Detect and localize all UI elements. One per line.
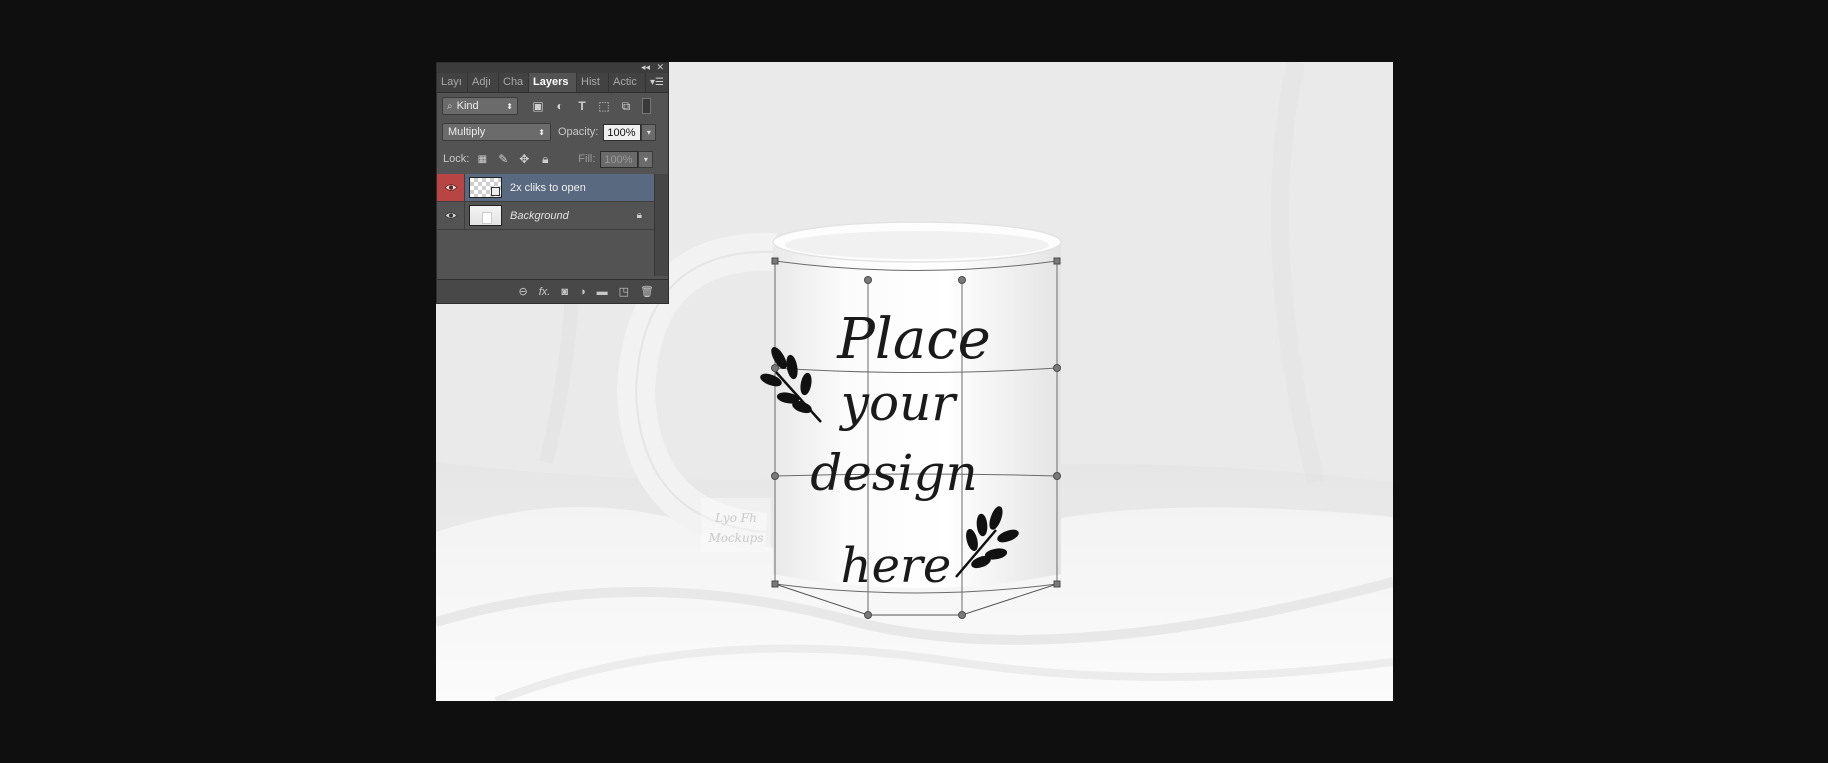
layer-row-smart-object[interactable]: 2x cliks to open	[437, 174, 654, 202]
layer-row-background[interactable]: Background 🔒︎	[437, 202, 654, 230]
add-mask-icon[interactable]: ◙	[561, 286, 568, 298]
design-line-your: your	[839, 374, 959, 432]
lock-transparent-icon[interactable]: ▦	[475, 154, 489, 165]
layer-name[interactable]: Background	[510, 210, 569, 222]
collapse-icon[interactable]: ◂◂	[641, 61, 650, 73]
fill-slider-button[interactable]: ▾	[638, 150, 654, 168]
lock-all-icon[interactable]: 🔒︎	[538, 152, 552, 167]
lock-position-move-icon[interactable]: ✥	[517, 152, 531, 166]
layers-panel: ◂◂ ✕ Layı Adjı Cha Layers Hist Actic ▾☰ …	[436, 62, 669, 304]
smart-object-badge-icon	[491, 187, 500, 196]
visibility-eye-icon[interactable]	[437, 202, 465, 229]
blend-mode-value: Multiply	[448, 126, 486, 138]
layers-scrollbar[interactable]	[654, 174, 668, 276]
tab-channels[interactable]: Cha	[499, 73, 529, 92]
layer-thumbnail[interactable]	[469, 205, 502, 226]
tab-layer-comps[interactable]: Layı	[437, 73, 468, 92]
fill-input[interactable]: 100%	[600, 150, 639, 168]
leaf-sprig-bottom-right-icon	[955, 506, 1019, 578]
tab-actions[interactable]: Actic	[609, 73, 646, 92]
layer-lock-icon: 🔒︎	[636, 210, 642, 221]
visibility-eye-icon[interactable]	[437, 174, 465, 201]
filter-adjustment-icon[interactable]: ◐	[552, 99, 568, 113]
close-icon[interactable]: ✕	[656, 61, 664, 73]
lock-label: Lock:	[443, 153, 470, 165]
filter-smart-object-icon[interactable]: ⧉	[618, 99, 634, 114]
layer-name[interactable]: 2x cliks to open	[510, 182, 586, 194]
tab-adjustments[interactable]: Adjı	[468, 73, 499, 92]
filter-kind-label: Kind	[456, 100, 479, 112]
search-icon: ⌕	[447, 100, 453, 112]
blend-mode-select[interactable]: Multiply ⬍	[442, 123, 551, 141]
lock-image-brush-icon[interactable]: ✎	[496, 152, 510, 166]
panel-menu-icon[interactable]: ▾☰	[650, 73, 664, 92]
filter-toggle-switch[interactable]	[642, 98, 651, 114]
opacity-label: Opacity:	[558, 126, 599, 138]
filter-shape-icon[interactable]: ⬚	[596, 99, 612, 113]
leaf-sprig-top-left-icon	[760, 347, 822, 423]
link-layers-icon[interactable]: ⊖	[518, 285, 527, 298]
mug-thumbnail-icon	[482, 212, 492, 224]
adjustment-layer-icon[interactable]: ◑	[579, 286, 586, 298]
fx-layer-style-icon[interactable]: fx.	[539, 286, 551, 298]
panel-tabs: Layı Adjı Cha Layers Hist Actic ▾☰	[437, 73, 668, 93]
design-line-place: Place	[836, 307, 990, 372]
opacity-slider-button[interactable]: ▾	[641, 123, 657, 141]
opacity-input[interactable]: 100%	[603, 123, 642, 141]
filter-kind-select[interactable]: ⌕ Kind ⬍	[442, 97, 518, 115]
panel-title-bar[interactable]: ◂◂ ✕	[437, 61, 668, 73]
new-layer-icon[interactable]: ◳	[619, 285, 629, 298]
panel-bottom-toolbar: ⊖ fx. ◙ ◑ ▬ ◳ 🗑︎	[437, 279, 668, 303]
fill-label: Fill:	[578, 153, 596, 165]
delete-layer-trash-icon[interactable]: 🗑︎	[640, 285, 654, 298]
tab-history[interactable]: Hist	[577, 73, 609, 92]
design-line-design: design	[810, 444, 977, 502]
filter-type-icon[interactable]: T	[574, 99, 590, 113]
chevron-updown-icon: ⬍	[506, 101, 513, 111]
tab-layers[interactable]: Layers	[529, 73, 577, 92]
new-group-folder-icon[interactable]: ▬	[597, 286, 608, 298]
chevron-updown-icon: ⬍	[538, 127, 545, 137]
filter-pixel-icon[interactable]: ▣	[530, 99, 546, 113]
layer-thumbnail[interactable]	[469, 177, 502, 198]
design-line-here: here	[841, 538, 952, 594]
